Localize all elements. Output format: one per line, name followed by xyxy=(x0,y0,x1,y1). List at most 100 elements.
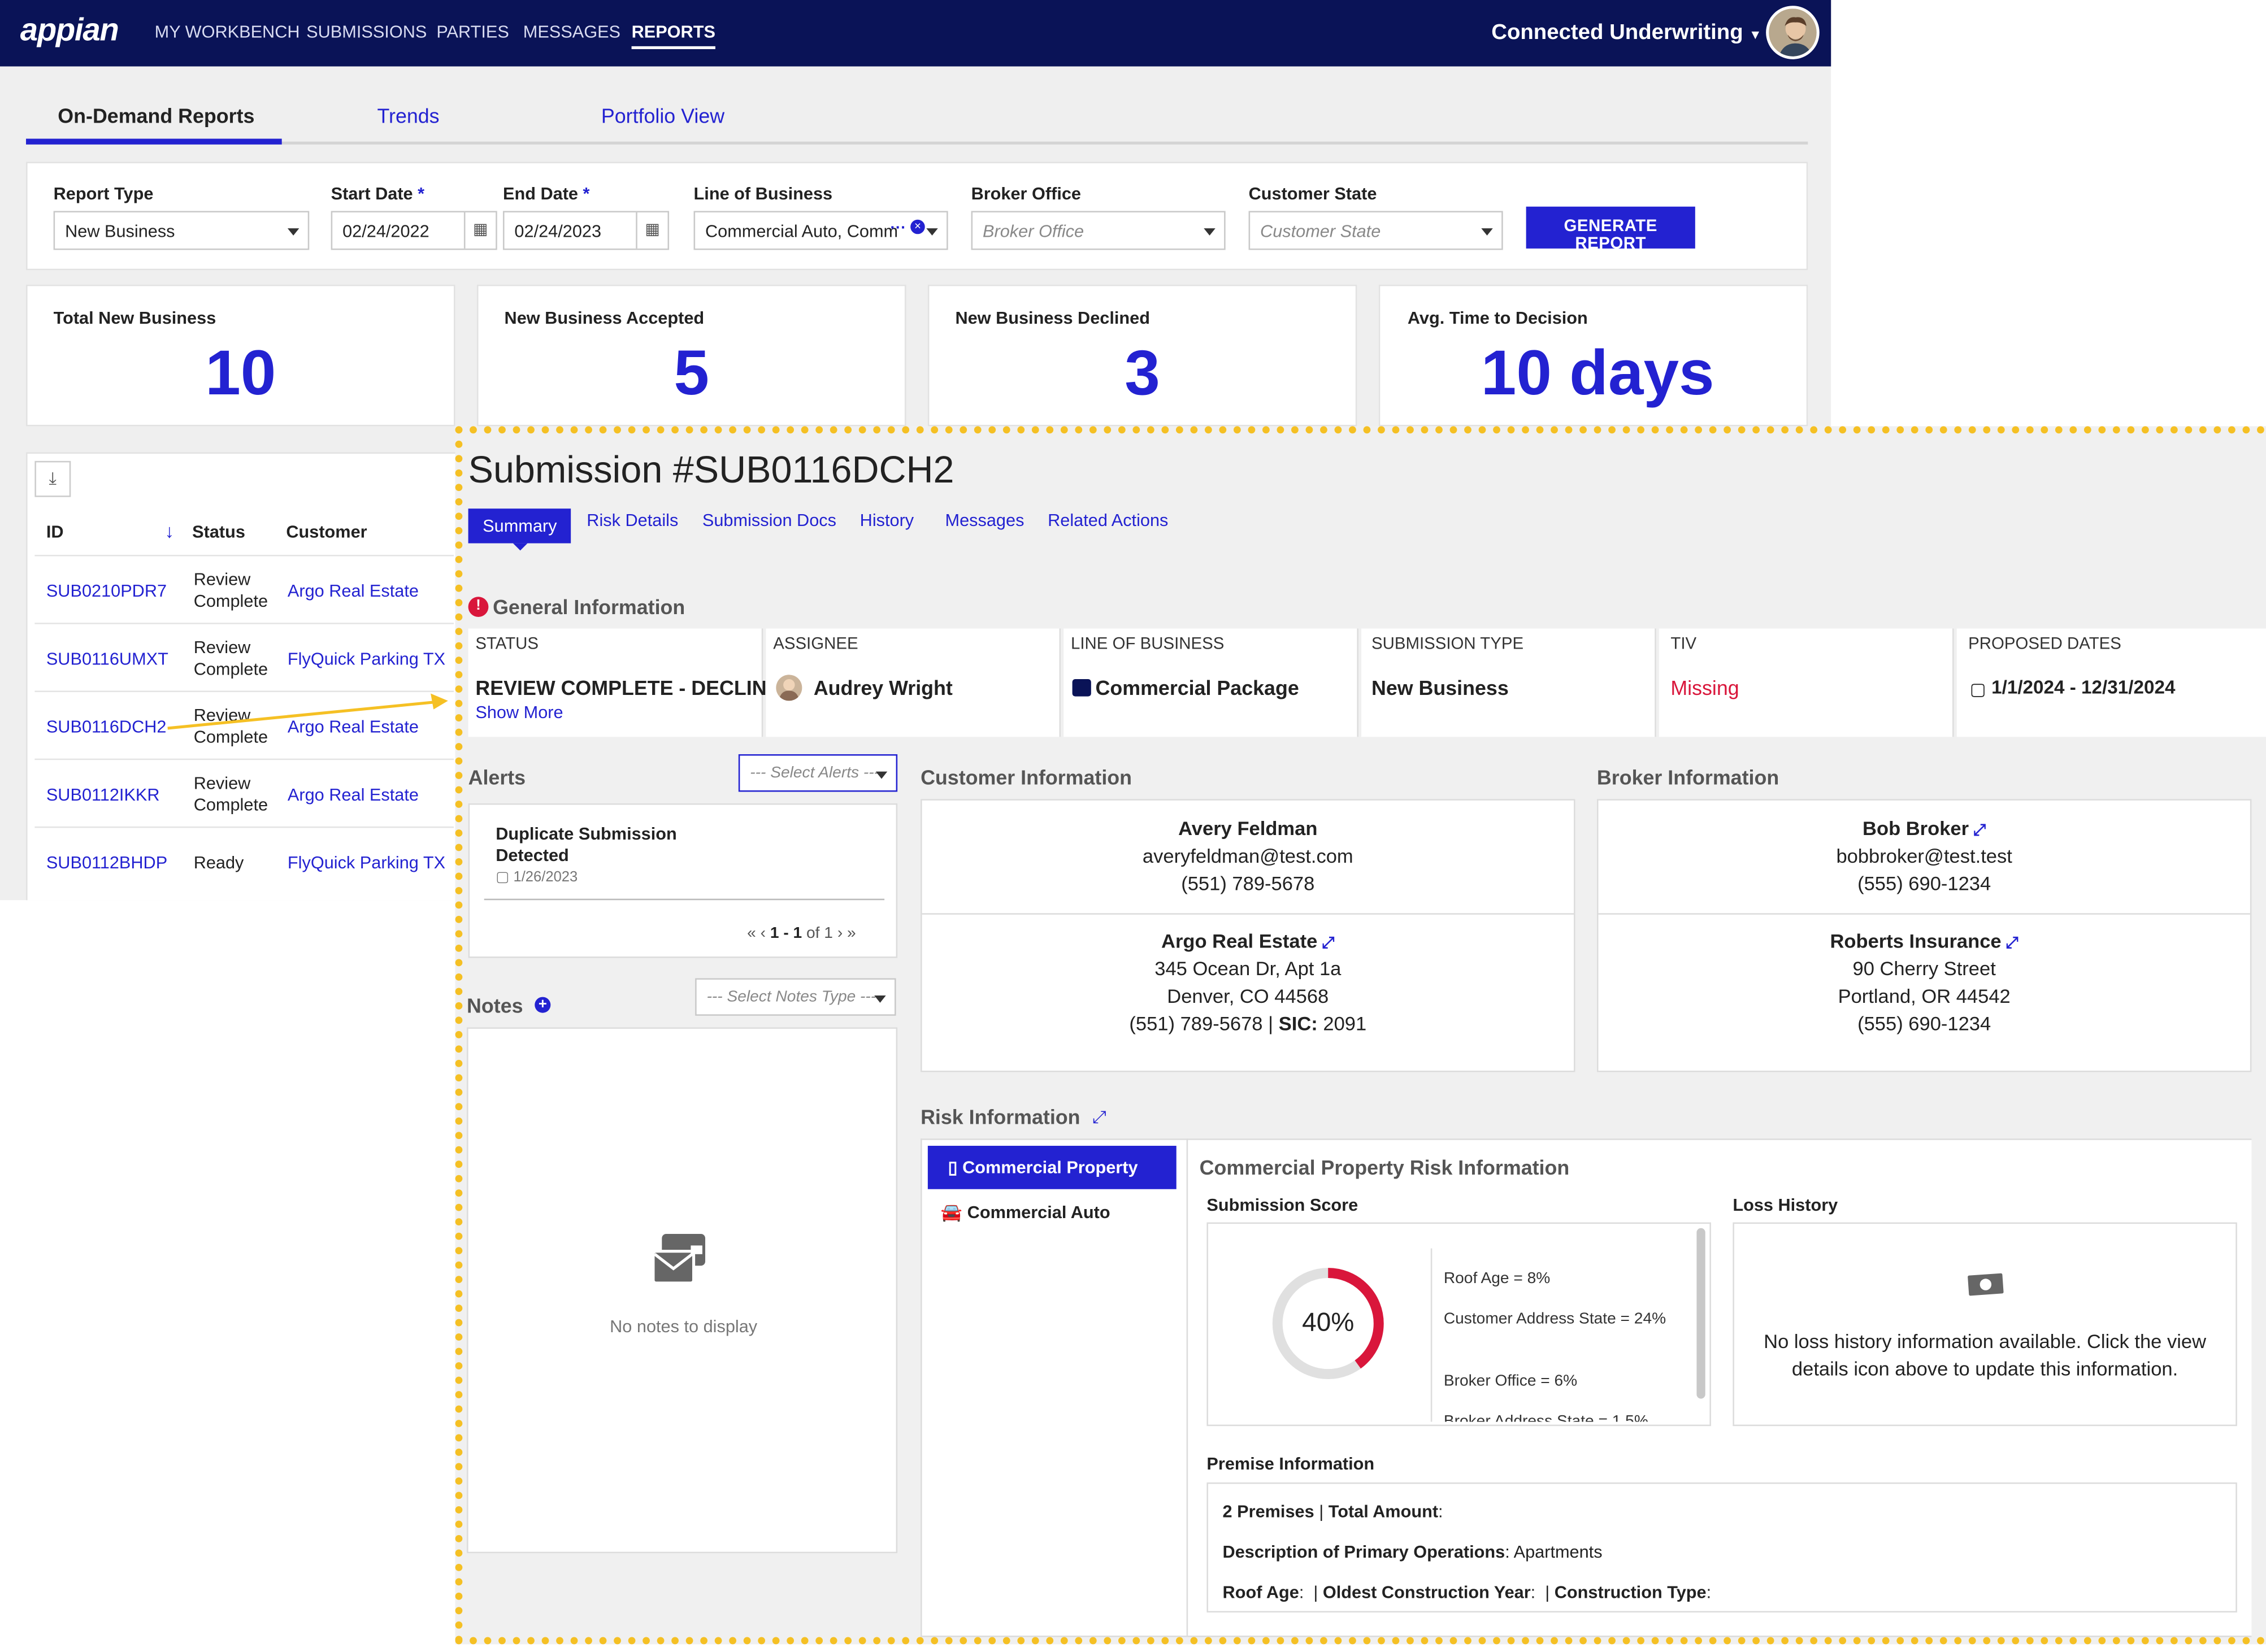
line-of-business-select[interactable]: Commercial Auto, Comm xyxy=(693,211,948,250)
expand-icon[interactable]: ⤢ xyxy=(1973,822,1986,840)
money-icon xyxy=(1968,1273,2004,1296)
first-page-icon[interactable]: « xyxy=(747,925,756,942)
prev-page-icon[interactable]: ‹ xyxy=(761,925,766,942)
customer-link[interactable]: FlyQuick Parking TX xyxy=(288,853,445,873)
calendar-icon[interactable]: ▦ xyxy=(636,212,667,249)
tab-related-actions[interactable]: Related Actions xyxy=(1048,510,1168,531)
report-type-select[interactable]: New Business xyxy=(53,211,310,250)
tab-trends[interactable]: Trends xyxy=(377,104,439,127)
submission-id-link[interactable]: SUB0116DCH2 xyxy=(46,716,167,737)
select-notes-type-dropdown[interactable]: --- Select Notes Type --- xyxy=(695,978,896,1016)
loss-history-label: Loss History xyxy=(1733,1194,1838,1215)
submission-type-header: SUBMISSION TYPE xyxy=(1371,636,1524,653)
tab-portfolio-view[interactable]: Portfolio View xyxy=(601,104,724,127)
kpi-label: Avg. Time to Decision xyxy=(1407,307,1588,328)
column-header-id[interactable]: ID xyxy=(46,521,64,542)
column-header-status[interactable]: Status xyxy=(192,521,245,542)
customer-email: averyfeldman@test.com xyxy=(1142,845,1353,867)
customer-name: Avery Feldman xyxy=(1178,818,1318,840)
status-header: STATUS xyxy=(475,636,539,653)
report-type-label: Report Type xyxy=(53,183,154,204)
next-page-icon[interactable]: › xyxy=(837,925,843,942)
broker-information-panel: Bob Broker ⤢ bobbroker@test.test (555) 69… xyxy=(1596,799,2252,1072)
start-date-input[interactable]: 02/24/2022 ▦ xyxy=(331,211,497,250)
customer-link[interactable]: FlyQuick Parking TX xyxy=(288,649,445,669)
risk-tab-commercial-auto[interactable]: 🚘 Commercial Auto xyxy=(941,1202,1110,1223)
end-date-input[interactable]: 02/24/2023 ▦ xyxy=(502,211,670,250)
submission-type-value: New Business xyxy=(1371,676,1509,699)
submission-score-label: Submission Score xyxy=(1206,1194,1358,1215)
nav-submissions[interactable]: SUBMISSIONS xyxy=(306,21,427,42)
score-item: Customer Address State = 24% xyxy=(1443,1310,1666,1328)
customer-address-line1: 345 Ocean Dr, Apt 1a xyxy=(1154,958,1342,980)
column-header-customer[interactable]: Customer xyxy=(286,521,367,542)
table-row: SUB0112IKKR Review Complete Argo Real Es… xyxy=(34,758,454,827)
risk-tab-commercial-property[interactable]: ▯ Commercial Property xyxy=(927,1146,1177,1189)
app-switcher[interactable]: Connected Underwriting ▼ xyxy=(1491,20,1761,45)
general-line-of-business: LINE OF BUSINESS Commercial Package xyxy=(1063,628,1358,737)
show-more-link[interactable]: Show More xyxy=(475,702,563,723)
kpi-value: 10 xyxy=(205,338,276,409)
tab-messages[interactable]: Messages xyxy=(945,510,1025,531)
submission-id-link[interactable]: SUB0210PDR7 xyxy=(46,581,167,601)
kpi-value: 10 days xyxy=(1481,338,1714,409)
tab-on-demand-reports[interactable]: On-Demand Reports xyxy=(58,104,254,127)
more-icon: ··· xyxy=(890,219,906,237)
customer-link[interactable]: Argo Real Estate xyxy=(288,581,419,601)
nav-my-workbench[interactable]: MY WORKBENCH xyxy=(155,21,300,42)
select-alerts-dropdown[interactable]: --- Select Alerts --- xyxy=(738,754,898,792)
appian-logo[interactable]: appian xyxy=(20,11,119,49)
tab-risk-details[interactable]: Risk Details xyxy=(587,510,678,531)
submission-id-link[interactable]: SUB0112BHDP xyxy=(46,853,167,873)
generate-report-button[interactable]: GENERATE REPORT xyxy=(1526,206,1695,253)
general-tiv: TIV Missing xyxy=(1659,628,1954,737)
score-breakdown-list[interactable]: Roof Age = 8% Customer Address State = 2… xyxy=(1436,1228,1694,1422)
assignee-header: ASSIGNEE xyxy=(773,636,858,653)
broker-company: Roberts Insurance ⤢ xyxy=(1830,930,2018,953)
tab-history[interactable]: History xyxy=(860,510,914,531)
broker-office-select[interactable]: Broker Office xyxy=(971,211,1226,250)
add-note-icon[interactable]: + xyxy=(535,997,551,1013)
clear-icon[interactable]: × xyxy=(910,219,925,234)
customer-state-label: Customer State xyxy=(1248,183,1377,204)
submission-id-link[interactable]: SUB0112IKKR xyxy=(46,785,160,805)
alert-icon: ! xyxy=(468,597,489,618)
general-status: STATUS REVIEW COMPLETE - DECLINE Show Mo… xyxy=(468,628,780,737)
submission-id-link[interactable]: SUB0116UMXT xyxy=(46,649,168,669)
broker-email: bobbroker@test.test xyxy=(1836,845,2012,867)
scrollbar[interactable] xyxy=(1696,1228,1705,1399)
alert-date: ▢ 1/26/2023 xyxy=(496,870,578,886)
download-icon[interactable]: ⤓ xyxy=(34,460,71,497)
expand-icon[interactable]: ⤢ xyxy=(2005,935,2018,953)
sort-desc-icon[interactable]: ↓ xyxy=(165,520,175,542)
user-avatar[interactable] xyxy=(1766,6,1820,59)
chevron-down-icon: ▼ xyxy=(1748,27,1762,42)
customer-state-select[interactable]: Customer State xyxy=(1248,211,1503,250)
tab-pointer xyxy=(513,543,528,551)
broker-address-line1: 90 Cherry Street xyxy=(1852,958,1996,980)
calendar-icon[interactable]: ▦ xyxy=(463,212,496,249)
general-information-title: General Information xyxy=(493,595,685,619)
top-nav-bar: appian MY WORKBENCH SUBMISSIONS PARTIES … xyxy=(0,0,1831,67)
score-item: Broker Office = 6% xyxy=(1443,1372,1578,1390)
last-page-icon[interactable]: » xyxy=(847,925,856,942)
nav-messages[interactable]: MESSAGES xyxy=(523,21,620,42)
risk-panel-title: Commercial Property Risk Information xyxy=(1199,1155,1570,1179)
risk-information-title: Risk Information xyxy=(921,1105,1080,1129)
status-text: Review Complete xyxy=(193,773,268,815)
broker-name: Bob Broker ⤢ xyxy=(1863,818,1986,840)
tab-submission-docs[interactable]: Submission Docs xyxy=(702,510,836,531)
loss-history-text: No loss history information available. C… xyxy=(1764,1331,2207,1380)
alert-title[interactable]: Duplicate Submission Detected xyxy=(496,824,713,867)
customer-link[interactable]: Argo Real Estate xyxy=(288,785,419,805)
expand-icon[interactable]: ⤢ xyxy=(1092,1107,1106,1128)
status-text: Review Complete xyxy=(193,569,268,611)
table-row: SUB0112BHDP Ready FlyQuick Parking TX xyxy=(34,826,454,895)
start-date-label: Start Date * xyxy=(331,183,425,204)
expand-icon[interactable]: ⤢ xyxy=(1322,935,1335,953)
nav-reports[interactable]: REPORTS xyxy=(631,21,715,49)
proposed-dates-value: 1/1/2024 - 12/31/2024 xyxy=(1991,676,2176,698)
tiv-header: TIV xyxy=(1670,636,1697,653)
nav-parties[interactable]: PARTIES xyxy=(436,21,509,42)
tab-summary[interactable]: Summary xyxy=(468,508,572,544)
